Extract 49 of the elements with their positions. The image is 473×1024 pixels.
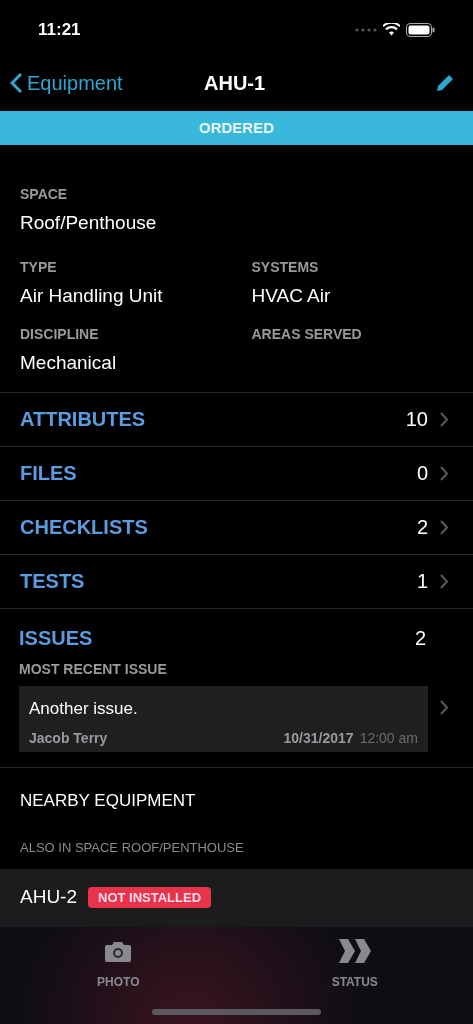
equipment-row[interactable]: AHU-2 NOT INSTALLED — [0, 868, 473, 927]
back-button[interactable]: Equipment — [10, 68, 123, 98]
battery-icon — [406, 22, 435, 37]
screen-title: AHU-1 — [204, 71, 266, 96]
chevron-icon — [440, 519, 449, 535]
chevron-icon — [440, 699, 449, 715]
field-value: Roof/Penthouse — [20, 211, 158, 235]
chevron-icon — [440, 465, 449, 481]
count-label: 10 — [405, 407, 428, 432]
chevron-icon — [440, 411, 449, 427]
field-label: SPACE — [20, 185, 69, 204]
count-label: 1 — [416, 569, 428, 594]
issue-card[interactable]: Another issue. Jacob Terry 10/31/2017 12:00 am — [19, 685, 428, 752]
double-chevron-icon — [337, 938, 372, 963]
section-row[interactable]: FILES 0 — [0, 446, 473, 501]
section-row[interactable]: ATTRIBUTES 10 — [0, 392, 473, 447]
field-value: Air Handling Unit — [20, 283, 164, 308]
field-value: Mechanical — [20, 350, 118, 375]
pencil-icon — [435, 73, 455, 93]
field-value: HVAC Air — [251, 283, 332, 308]
back-chevron-icon — [10, 72, 23, 94]
field-label: AREAS SERVED — [251, 324, 363, 344]
count-label: 2 — [416, 515, 428, 540]
count-label: 2 — [414, 625, 426, 651]
subsection-label: MOST RECENT ISSUE — [19, 659, 168, 679]
status-badge: NOT INSTALLED — [88, 886, 212, 909]
section-row[interactable]: CHECKLISTS 2 — [0, 500, 473, 555]
equipment-name: AHU-2 — [20, 885, 77, 910]
edit-button[interactable] — [435, 73, 455, 93]
issue-author: Jacob Terry — [29, 729, 108, 748]
chevron-icon — [440, 573, 449, 589]
field-label: DISCIPLINE — [20, 324, 100, 344]
issue-date: 10/31/2017 — [283, 729, 354, 748]
wifi-icon — [383, 23, 400, 36]
section-title: ISSUES — [19, 625, 93, 651]
issues-row[interactable]: ISSUES 2 MOST RECENT ISSUE Another issue. Jacob Terry 10/31/2017 12:00 am — [0, 608, 473, 768]
status-banner: ORDERED — [0, 111, 473, 145]
issue-time: 12:00 am — [359, 729, 418, 748]
status-time: 11:21 — [38, 18, 81, 41]
field-label: SYSTEMS — [251, 257, 320, 277]
issue-text: Another issue. — [29, 697, 139, 720]
tab-button[interactable]: STATUS — [236, 938, 473, 1024]
count-label: 0 — [416, 461, 428, 486]
section-heading: NEARBY EQUIPMENT — [19, 789, 197, 812]
section-subheading: ALSO IN SPACE ROOF/PENTHOUSE — [19, 839, 245, 857]
signal-icon — [355, 27, 377, 32]
camera-icon — [104, 940, 133, 963]
section-row[interactable]: TESTS 1 — [0, 554, 473, 609]
field-label: TYPE — [20, 257, 58, 277]
